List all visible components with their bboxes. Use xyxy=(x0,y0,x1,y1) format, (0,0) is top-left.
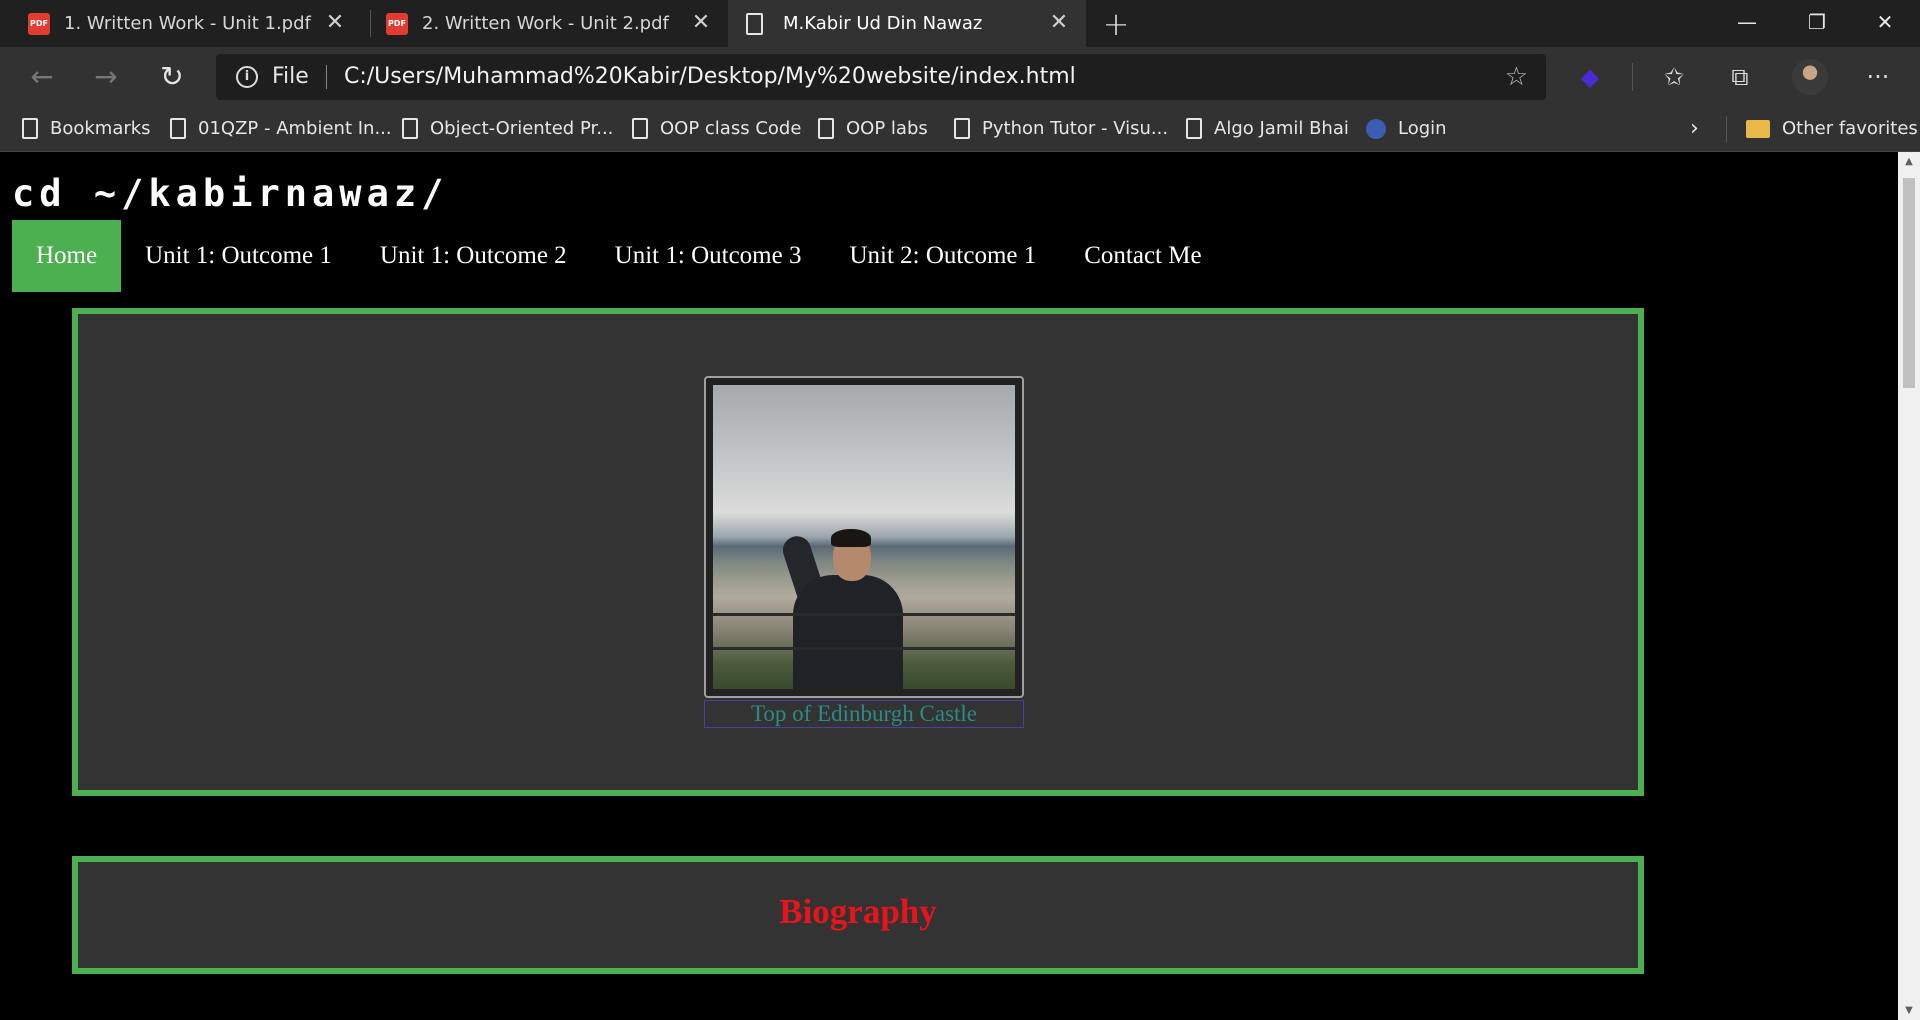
pdf-icon: PDF xyxy=(386,12,408,35)
close-icon[interactable]: ✕ xyxy=(688,10,714,36)
bookmark-label: Login xyxy=(1398,118,1447,139)
browser-toolbar: ← → ↻ i File C:/Users/Muhammad%20Kabir/D… xyxy=(0,47,1920,106)
tab-website[interactable]: M.Kabir Ud Din Nawaz ✕ xyxy=(728,0,1086,47)
page-icon xyxy=(402,118,418,139)
photo-person-hair xyxy=(831,529,871,547)
tab-separator xyxy=(370,10,371,37)
photo-caption: Top of Edinburgh Castle xyxy=(704,700,1024,728)
bookmark-label: Bookmarks xyxy=(50,118,151,139)
bookmark-label: OOP class Code xyxy=(660,118,802,139)
bookmarks-bar: Bookmarks 01QZP - Ambient In... Object-O… xyxy=(0,106,1920,152)
close-icon[interactable]: ✕ xyxy=(322,10,348,36)
page-icon xyxy=(22,118,38,139)
other-favorites[interactable]: Other favorites xyxy=(1746,106,1918,151)
tab-title: 2. Written Work - Unit 2.pdf xyxy=(422,13,669,34)
site-nav: Home Unit 1: Outcome 1 Unit 1: Outcome 2… xyxy=(12,220,1226,292)
scroll-up-icon[interactable]: ▲ xyxy=(1898,156,1920,167)
page-icon xyxy=(954,118,970,139)
url-text[interactable]: C:/Users/Muhammad%20Kabir/Desktop/My%20w… xyxy=(344,64,1076,89)
photo-railing xyxy=(713,647,1015,650)
page-icon xyxy=(818,118,834,139)
site-title: cd ~/kabirnawaz/ xyxy=(12,172,449,215)
scroll-down-icon[interactable]: ▼ xyxy=(1898,1005,1920,1016)
favorite-star-icon[interactable]: ☆ xyxy=(1505,62,1528,92)
bookmark-item[interactable]: Bookmarks xyxy=(22,106,151,151)
tab-title: M.Kabir Ud Din Nawaz xyxy=(783,13,983,34)
close-window-button[interactable]: ✕ xyxy=(1850,0,1920,47)
profile-avatar[interactable] xyxy=(1792,59,1828,95)
bookmark-item[interactable]: Login xyxy=(1366,106,1447,151)
bookmark-item[interactable]: OOP labs xyxy=(818,106,928,151)
bookmark-label: Algo Jamil Bhai xyxy=(1214,118,1349,139)
photo-frame xyxy=(704,376,1024,698)
page-icon xyxy=(170,118,186,139)
bookmark-label: OOP labs xyxy=(846,118,928,139)
scrollbar-thumb[interactable] xyxy=(1903,178,1915,388)
favorites-icon[interactable]: ✩ xyxy=(1658,61,1690,93)
more-menu-icon[interactable]: ··· xyxy=(1862,61,1894,93)
bookmark-label: Object-Oriented Pr... xyxy=(430,118,614,139)
nav-unit1-outcome2[interactable]: Unit 1: Outcome 2 xyxy=(356,220,591,292)
globe-icon xyxy=(1366,118,1386,139)
nav-unit1-outcome3[interactable]: Unit 1: Outcome 3 xyxy=(591,220,826,292)
profile-photo xyxy=(713,385,1015,689)
photo-panel: Top of Edinburgh Castle xyxy=(72,308,1644,796)
tab-strip: PDF 1. Written Work - Unit 1.pdf ✕ PDF 2… xyxy=(0,0,1920,47)
address-separator xyxy=(326,65,327,89)
restore-button[interactable]: ❐ xyxy=(1782,0,1852,47)
folder-icon xyxy=(1746,119,1770,138)
toolbar-separator xyxy=(1632,63,1633,91)
biography-heading: Biography xyxy=(779,892,937,931)
close-icon[interactable]: ✕ xyxy=(1046,10,1072,36)
profile-figure: Top of Edinburgh Castle xyxy=(704,376,1024,728)
photo-railing xyxy=(713,613,1015,616)
minimize-button[interactable]: — xyxy=(1712,0,1782,47)
bookmark-item[interactable]: OOP class Code xyxy=(632,106,801,151)
other-favorites-label: Other favorites xyxy=(1782,118,1918,139)
pdf-icon: PDF xyxy=(28,12,50,35)
bookmark-item[interactable]: Algo Jamil Bhai xyxy=(1186,106,1349,151)
nav-home[interactable]: Home xyxy=(12,220,122,292)
tab-title: 1. Written Work - Unit 1.pdf xyxy=(64,13,311,34)
tab-unit1-pdf[interactable]: PDF 1. Written Work - Unit 1.pdf ✕ xyxy=(14,0,362,47)
biography-panel: Biography xyxy=(72,856,1644,974)
page-scrollbar[interactable]: ▲ ▼ xyxy=(1898,152,1920,1020)
nav-unit1-outcome1[interactable]: Unit 1: Outcome 1 xyxy=(121,220,356,292)
bookmark-item[interactable]: Python Tutor - Visu... xyxy=(954,106,1168,151)
back-button[interactable]: ← xyxy=(20,55,64,99)
forward-button[interactable]: → xyxy=(84,55,128,99)
bookmark-item[interactable]: 01QZP - Ambient In... xyxy=(170,106,392,151)
photo-person-body xyxy=(793,575,903,689)
tab-unit2-pdf[interactable]: PDF 2. Written Work - Unit 2.pdf ✕ xyxy=(372,0,728,47)
page-icon xyxy=(632,118,648,139)
nav-contact-me[interactable]: Contact Me xyxy=(1060,220,1225,292)
bookmark-label: Python Tutor - Visu... xyxy=(982,118,1169,139)
nav-unit2-outcome1[interactable]: Unit 2: Outcome 1 xyxy=(825,220,1060,292)
new-tab-button[interactable]: + xyxy=(1096,4,1136,44)
refresh-button[interactable]: ↻ xyxy=(150,55,194,99)
collections-icon[interactable]: ⧉ xyxy=(1724,61,1756,93)
bookmark-label: 01QZP - Ambient In... xyxy=(198,118,392,139)
extension-icon[interactable]: ◆ xyxy=(1574,61,1606,93)
page-icon xyxy=(1186,118,1202,139)
bookmark-item[interactable]: Object-Oriented Pr... xyxy=(402,106,613,151)
info-icon[interactable]: i xyxy=(236,66,258,88)
scheme-label: File xyxy=(272,64,309,89)
web-page: cd ~/kabirnawaz/ Home Unit 1: Outcome 1 … xyxy=(0,152,1898,1020)
page-icon xyxy=(746,12,763,35)
bookmarks-overflow-chevron-icon[interactable]: › xyxy=(1690,106,1699,151)
bookmarks-separator xyxy=(1726,116,1727,142)
address-bar[interactable]: i File C:/Users/Muhammad%20Kabir/Desktop… xyxy=(216,54,1546,100)
